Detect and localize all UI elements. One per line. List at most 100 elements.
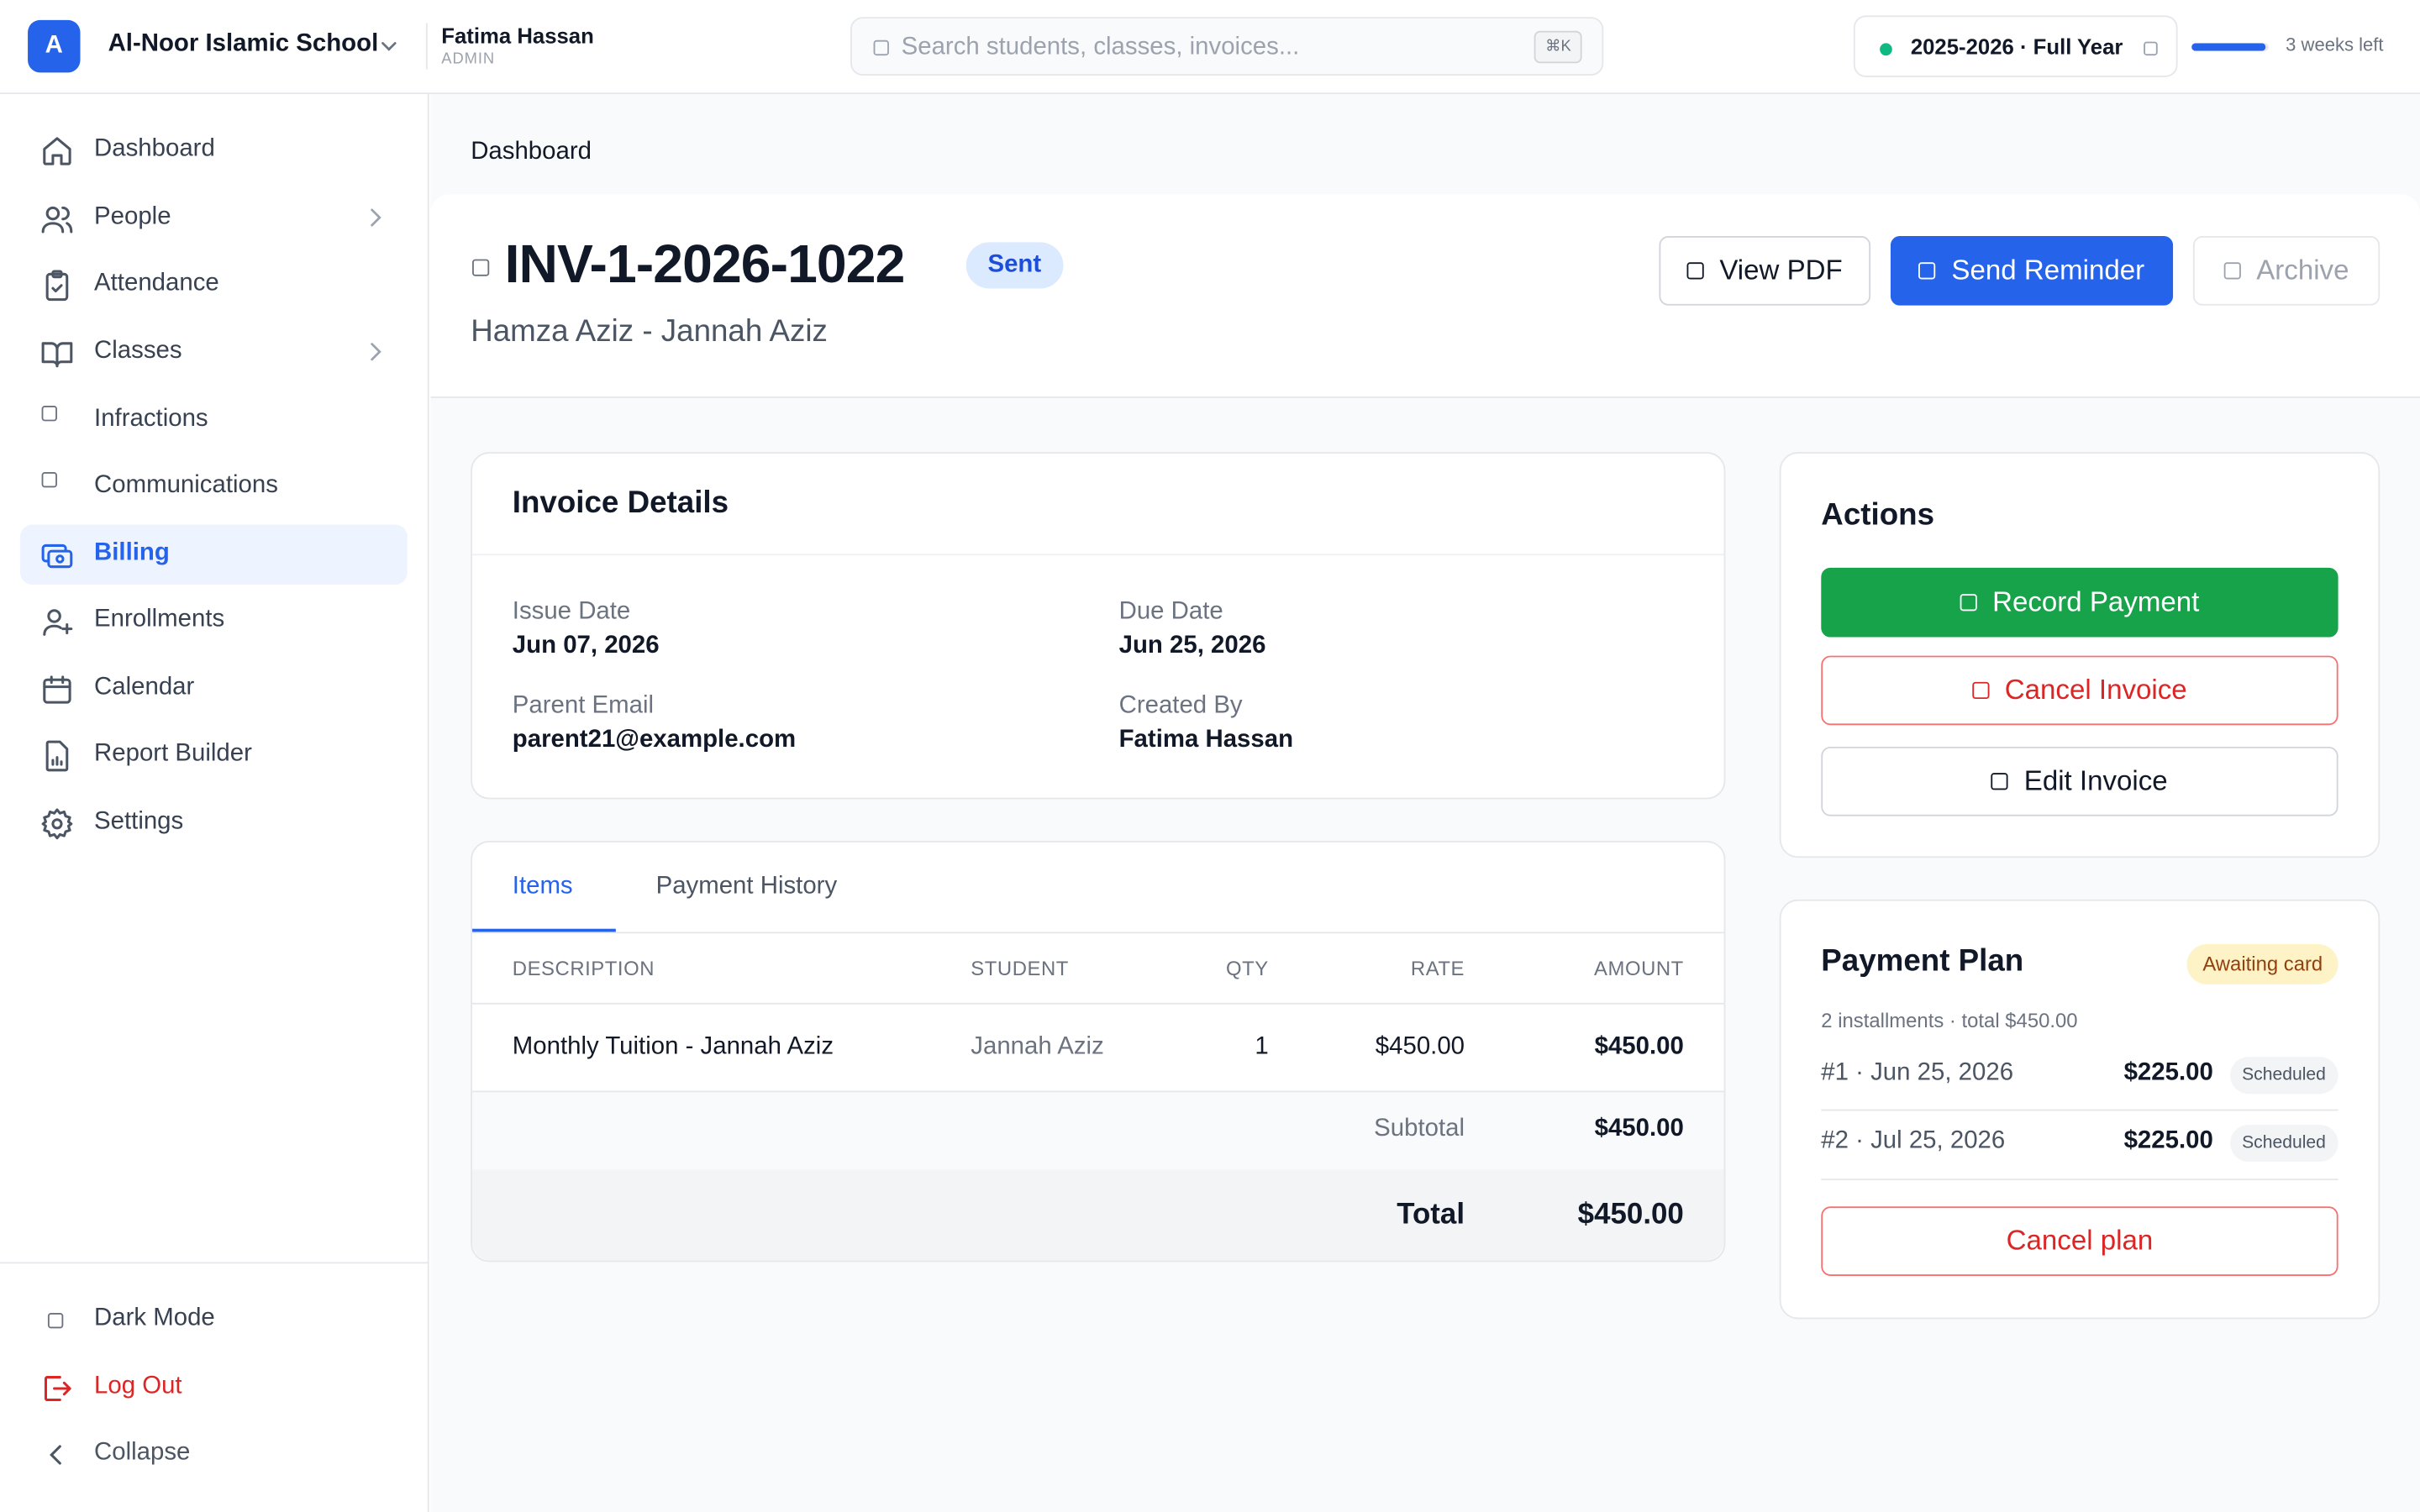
send-reminder-label: Send Reminder xyxy=(1951,255,2145,286)
sidebar-item-label: People xyxy=(94,203,171,230)
active-tab-indicator xyxy=(472,928,616,932)
logout-button[interactable]: Log Out xyxy=(20,1357,408,1418)
total-row: Total $450.00 xyxy=(472,1169,1724,1261)
communications-icon xyxy=(41,472,57,488)
actions-title: Actions xyxy=(1821,498,1935,533)
created-by-value: Fatima Hassan xyxy=(1118,727,1294,753)
main-content: Dashboard INV-1-2026-1022 Sent Hamza Azi… xyxy=(430,94,2420,1512)
sidebar-item-label: Billing xyxy=(94,539,170,567)
global-search-input[interactable]: Search students, classes, invoices... ⌘K xyxy=(850,17,1604,76)
gear-icon xyxy=(40,807,74,841)
sidebar-item-attendance[interactable]: Attendance xyxy=(20,255,408,315)
sidebar-item-label: Calendar xyxy=(94,674,195,701)
sidebar-item-dashboard[interactable]: Dashboard xyxy=(20,120,408,181)
sidebar-item-settings[interactable]: Settings xyxy=(20,793,408,853)
school-year-label: 2025-2026 · Full Year xyxy=(1910,34,2123,59)
sidebar-item-label: Enrollments xyxy=(94,606,225,633)
payment-plan-title: Payment Plan xyxy=(1821,944,2024,979)
banknote-icon xyxy=(40,538,74,572)
tab-items[interactable]: Items xyxy=(513,874,573,901)
users-icon xyxy=(40,202,74,236)
cancel-plan-button[interactable]: Cancel plan xyxy=(1821,1206,2338,1276)
chevron-left-icon xyxy=(40,1438,74,1472)
search-placeholder: Search students, classes, invoices... xyxy=(901,34,1300,60)
search-icon xyxy=(873,39,889,56)
subtotal-label: Subtotal xyxy=(1374,1115,1465,1142)
sidebar-item-label: Dashboard xyxy=(94,135,215,162)
sidebar-item-classes[interactable]: Classes xyxy=(20,323,408,383)
edit-invoice-button[interactable]: Edit Invoice xyxy=(1821,746,2338,816)
sidebar-item-label: Settings xyxy=(94,808,184,835)
plan-summary: 2 installments · total $450.00 xyxy=(1821,1009,2078,1032)
dark-mode-icon xyxy=(47,1313,64,1329)
archive-label: Archive xyxy=(2256,255,2349,286)
book-open-icon xyxy=(40,336,74,370)
dark-mode-label: Dark Mode xyxy=(94,1305,215,1332)
user-plus-icon xyxy=(40,605,74,638)
view-pdf-button[interactable]: View PDF xyxy=(1659,236,1871,306)
issue-date-value: Jun 07, 2026 xyxy=(512,633,660,659)
sidebar-item-enrollments[interactable]: Enrollments xyxy=(20,591,408,651)
parent-email-label: Parent Email xyxy=(512,692,655,719)
cancel-icon xyxy=(1972,681,1990,700)
archive-icon xyxy=(2223,262,2241,280)
dark-mode-toggle[interactable]: Dark Mode xyxy=(20,1289,408,1350)
sidebar-item-label: Report Builder xyxy=(94,740,252,767)
org-switcher-name[interactable]: Al-Noor Islamic School xyxy=(108,31,379,59)
invoice-items-card: Items Payment History DESCRIPTION STUDEN… xyxy=(471,841,1726,1263)
installment-amount: $225.00 xyxy=(2123,1127,2213,1154)
cancel-plan-label: Cancel plan xyxy=(2006,1225,2154,1257)
due-date-label: Due Date xyxy=(1118,598,1223,625)
sidebar-item-infractions[interactable]: Infractions xyxy=(20,391,408,451)
sidebar-item-communications[interactable]: Communications xyxy=(20,457,408,517)
sidebar-footer-divider xyxy=(0,1262,429,1264)
current-user-role: ADMIN xyxy=(441,50,496,68)
collapse-label: Collapse xyxy=(94,1439,191,1466)
parent-email-value: parent21@example.com xyxy=(512,727,797,753)
installment-amount: $225.00 xyxy=(2123,1059,2213,1087)
archive-button[interactable]: Archive xyxy=(2192,236,2381,306)
topbar-divider xyxy=(425,23,428,70)
invoice-subtitle: Hamza Aziz - Jannah Aziz xyxy=(471,314,828,349)
table-header-divider xyxy=(472,1002,1724,1005)
tab-payment-history[interactable]: Payment History xyxy=(656,874,838,901)
send-reminder-button[interactable]: Send Reminder xyxy=(1890,236,2174,306)
column-header-student: STUDENT xyxy=(971,956,1069,980)
logout-icon xyxy=(40,1372,74,1405)
column-header-description: DESCRIPTION xyxy=(512,956,655,980)
sidebar: Dashboard People Attendance Classes Infr… xyxy=(0,94,429,1512)
school-year-selector[interactable]: 2025-2026 · Full Year xyxy=(1853,15,2178,77)
installment-status-badge: Scheduled xyxy=(2229,1124,2338,1163)
pdf-icon xyxy=(1686,262,1704,280)
installment-divider xyxy=(1821,1179,2338,1181)
sidebar-item-report-builder[interactable]: Report Builder xyxy=(20,725,408,785)
plan-status-badge: Awaiting card xyxy=(2186,944,2338,984)
sidebar-item-billing[interactable]: Billing xyxy=(19,524,408,585)
column-header-qty: QTY xyxy=(1226,956,1269,980)
home-icon xyxy=(40,134,74,168)
invoice-details-card: Invoice Details Issue Date Jun 07, 2026 … xyxy=(471,452,1726,800)
tabs-divider xyxy=(472,932,1724,934)
sidebar-item-people[interactable]: People xyxy=(20,188,408,249)
installment-status-badge: Scheduled xyxy=(2229,1057,2338,1095)
column-header-rate: RATE xyxy=(1410,956,1465,980)
record-payment-label: Record Payment xyxy=(1992,585,2200,617)
record-payment-button[interactable]: Record Payment xyxy=(1821,567,2338,638)
created-by-label: Created By xyxy=(1118,692,1243,719)
infractions-icon xyxy=(41,406,57,422)
subtotal-value: $450.00 xyxy=(1594,1115,1684,1142)
card-divider xyxy=(472,554,1724,556)
cancel-invoice-button[interactable]: Cancel Invoice xyxy=(1821,655,2338,726)
installment-label: #1 · Jun 25, 2026 xyxy=(1821,1059,2014,1087)
invoice-icon xyxy=(472,259,490,276)
breadcrumb[interactable]: Dashboard xyxy=(471,139,592,166)
page-title: INV-1-2026-1022 xyxy=(504,234,906,295)
payment-icon xyxy=(1960,594,1977,612)
top-bar: A Al-Noor Islamic School Fatima Hassan A… xyxy=(0,0,2420,95)
collapse-sidebar-button[interactable]: Collapse xyxy=(20,1424,408,1484)
actions-card: Actions Record Payment Cancel Invoice Ed… xyxy=(1779,452,2381,858)
chevron-down-icon[interactable] xyxy=(378,35,400,57)
chevron-right-icon xyxy=(371,343,381,361)
sidebar-item-calendar[interactable]: Calendar xyxy=(20,659,408,719)
org-avatar[interactable]: A xyxy=(28,19,81,73)
